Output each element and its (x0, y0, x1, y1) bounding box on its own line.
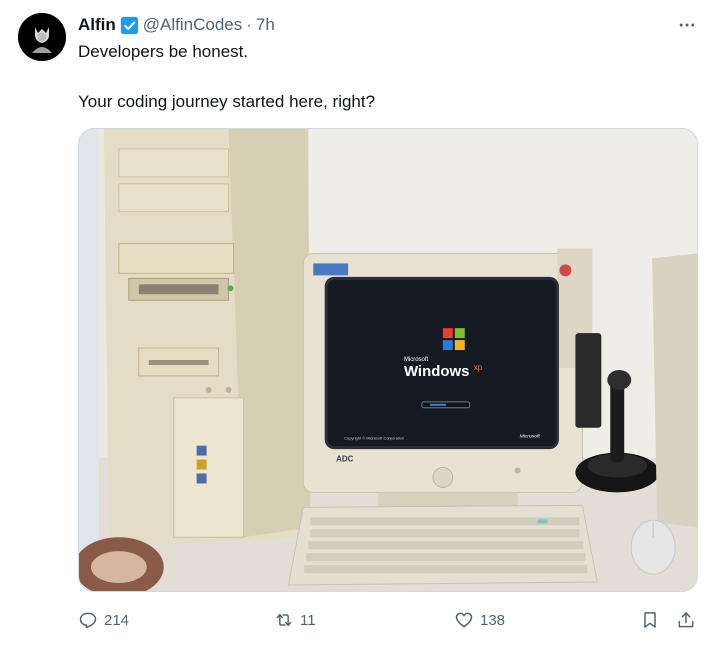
bookmark-button[interactable] (640, 606, 660, 634)
screen-copyright: Copyright © Microsoft Corporation (344, 436, 404, 441)
like-button[interactable]: 138 (454, 606, 505, 634)
tweet-header: Alfin @AlfinCodes · 7h (78, 14, 275, 36)
monitor-brand: ADC (336, 455, 353, 464)
author-handle[interactable]: @AlfinCodes (143, 15, 242, 35)
like-count: 138 (480, 611, 506, 629)
retweet-icon (276, 613, 292, 627)
tweet-actions: 214 11 138 (78, 606, 698, 634)
pc-tower (103, 129, 311, 548)
author-name[interactable]: Alfin (78, 15, 116, 35)
retweet-button[interactable]: 11 (274, 606, 316, 634)
screen-brand-sup: xp (474, 363, 483, 372)
tweet-text-line-2: Your coding journey started here, right? (78, 92, 376, 111)
avatar[interactable] (18, 13, 66, 61)
tweet-text-line-1: Developers be honest. (78, 42, 249, 61)
screen-brand-large: Windows (404, 363, 469, 380)
retweet-count: 11 (300, 611, 316, 629)
screen-corner-logo: Microsoft (520, 434, 541, 440)
timestamp[interactable]: 7h (256, 15, 275, 35)
reply-count: 214 (104, 611, 130, 629)
keyboard (287, 504, 598, 586)
more-options-button[interactable] (676, 14, 698, 36)
bookmark-icon (644, 612, 656, 628)
verified-badge-icon (120, 16, 139, 35)
separator-dot: · (246, 15, 252, 34)
share-button[interactable] (676, 606, 696, 634)
more-horizontal-icon (679, 23, 695, 27)
avatar-image (18, 13, 66, 61)
share-icon (678, 612, 694, 628)
reply-button[interactable]: 214 (78, 606, 129, 634)
tweet-photo[interactable]: Microsoft Windows xp Copyright © Microso… (78, 128, 698, 592)
retro-computer-photo: Microsoft Windows xp Copyright © Microso… (79, 129, 697, 591)
crt-monitor: Microsoft Windows xp Copyright © Microso… (302, 248, 593, 511)
heart-icon (455, 612, 473, 628)
tweet: Alfin @AlfinCodes · 7h Developers be hon… (0, 0, 718, 647)
reply-icon (79, 612, 97, 629)
